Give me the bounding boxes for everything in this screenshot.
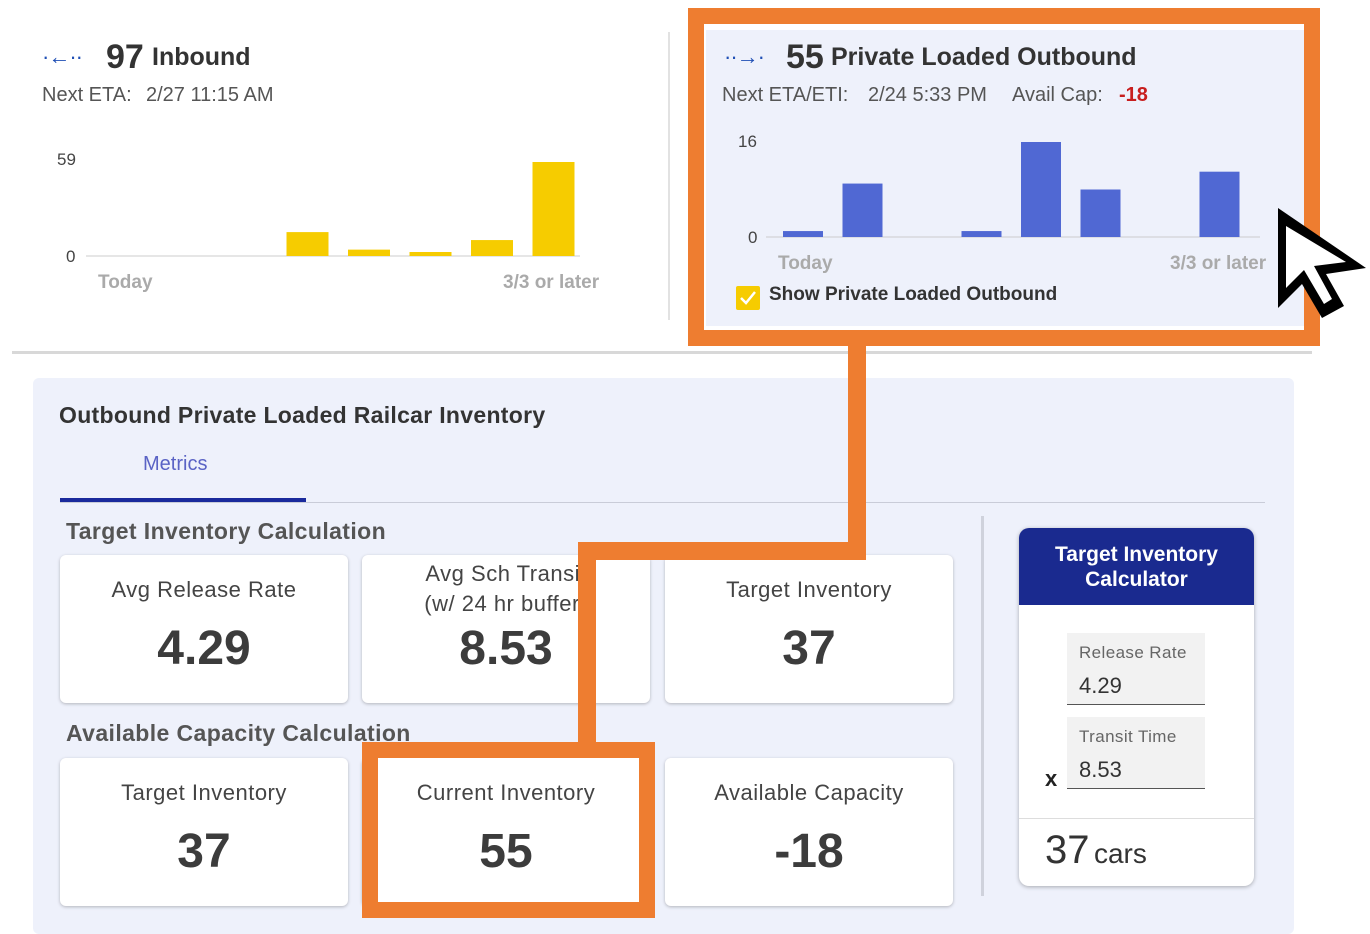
highlight-connector-vertical-1: [848, 346, 866, 560]
inbound-arrow-icon: ·←··: [42, 44, 83, 69]
top-divider: [668, 32, 670, 320]
inbound-eta-value: 2/27 11:15 AM: [146, 84, 274, 106]
metric-value: 8.53: [459, 622, 553, 675]
metric-card-target-inventory: Target Inventory 37: [665, 555, 953, 703]
metric-value: 4.29: [157, 622, 251, 675]
metric-card-available-capacity: Available Capacity -18: [665, 758, 953, 906]
inbound-eta-label: Next ETA:: [42, 84, 132, 106]
inbound-chart: 59 0 Today 3/3 or later: [57, 150, 600, 293]
inbound-bars: [286, 162, 575, 256]
section-available-capacity-calc: Available Capacity Calculation: [66, 720, 411, 746]
metric-label: Target Inventory: [726, 577, 892, 602]
calculator-title-line2: Calculator: [1085, 568, 1188, 591]
metric-label: Avg Release Rate: [111, 577, 297, 602]
inbound-card: ·←·· 97 Inbound Next ETA: 2/27 11:15 AM …: [0, 0, 668, 340]
metric-value: 37: [177, 825, 231, 878]
metric-card-target-inventory-2: Target Inventory 37: [60, 758, 348, 906]
metric-label: Available Capacity: [714, 780, 904, 805]
inbound-count: 97: [106, 38, 144, 76]
chart-bar: [409, 252, 452, 256]
multiply-symbol: x: [1045, 766, 1058, 791]
highlight-outbound-box: [688, 8, 1320, 346]
tab-metrics[interactable]: Metrics: [143, 453, 207, 476]
inbound-x-tick-first: Today: [98, 272, 153, 293]
inbound-x-tick-last: 3/3 or later: [503, 272, 600, 293]
tab-rule: [60, 502, 1265, 503]
panel-divider: [981, 516, 984, 896]
metric-label-sub: (w/ 24 hr buffer): [424, 591, 588, 616]
chart-bar: [348, 249, 390, 256]
section-target-inventory-calc: Target Inventory Calculation: [66, 518, 387, 544]
metric-label: Target Inventory: [121, 780, 287, 805]
calculator-title-line1: Target Inventory: [1055, 543, 1218, 566]
chart-bar: [286, 232, 329, 256]
inbound-title: Inbound: [152, 43, 251, 71]
calculator-rule: [1019, 818, 1254, 819]
release-rate-value[interactable]: 4.29: [1079, 673, 1122, 699]
transit-time-value[interactable]: 8.53: [1079, 757, 1122, 783]
result-number: 37: [1045, 828, 1090, 872]
release-rate-label: Release Rate: [1079, 643, 1187, 662]
metric-value: -18: [774, 825, 844, 878]
inbound-y-tick-zero: 0: [66, 247, 75, 266]
mouse-cursor-icon: [1278, 208, 1366, 318]
result-unit: cars: [1093, 838, 1147, 869]
target-inventory-calculator: Target Inventory Calculator Release Rate…: [1019, 528, 1254, 886]
calculator-result: 37 cars: [1045, 828, 1147, 873]
metric-card-avg-sch-transit: Avg Sch Transit (w/ 24 hr buffer) 8.53: [362, 555, 650, 703]
transit-time-label: Transit Time: [1079, 727, 1177, 746]
chart-bar: [532, 162, 575, 256]
highlight-current-inventory-box: [362, 742, 655, 918]
inbound-y-tick-top: 59: [57, 150, 76, 169]
metric-value: 37: [782, 622, 836, 675]
section-divider: [12, 351, 1312, 354]
metric-card-avg-release-rate: Avg Release Rate 4.29: [60, 555, 348, 703]
panel-title: Outbound Private Loaded Railcar Inventor…: [59, 402, 546, 428]
chart-bar: [471, 240, 513, 256]
release-rate-field[interactable]: Release Rate 4.29: [1067, 633, 1205, 705]
highlight-connector-vertical-2: [578, 542, 596, 746]
highlight-connector-horizontal: [578, 542, 866, 560]
calculator-header: Target Inventory Calculator: [1019, 528, 1254, 605]
transit-time-field[interactable]: Transit Time 8.53: [1067, 717, 1205, 789]
metric-label: Avg Sch Transit: [425, 561, 587, 586]
